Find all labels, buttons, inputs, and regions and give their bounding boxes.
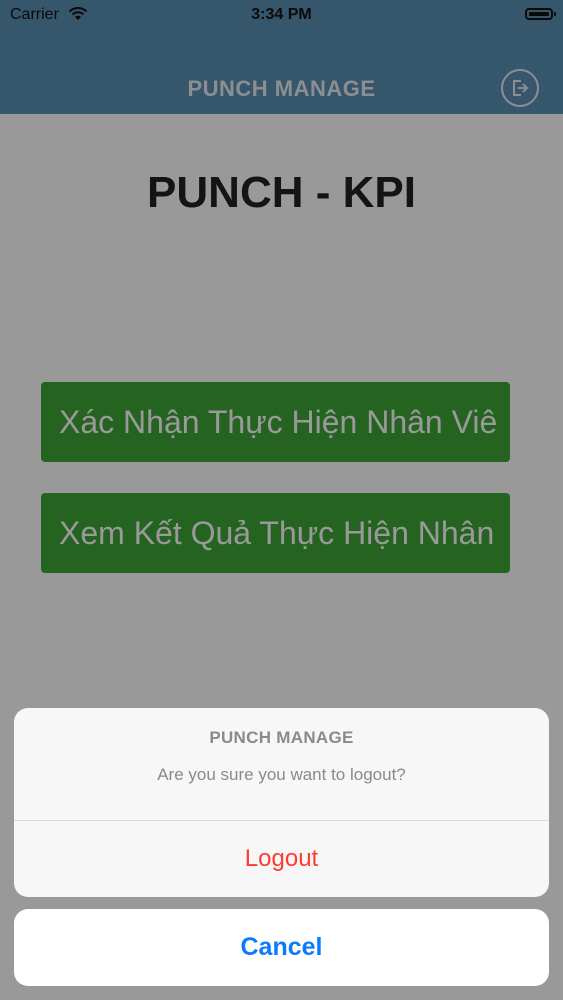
- action-sheet-title: PUNCH MANAGE: [209, 728, 354, 747]
- cancel-button[interactable]: Cancel: [14, 909, 549, 986]
- action-sheet: PUNCH MANAGE Are you sure you want to lo…: [14, 708, 549, 897]
- logout-button[interactable]: Logout: [14, 821, 549, 897]
- action-sheet-message: Are you sure you want to logout?: [157, 765, 406, 784]
